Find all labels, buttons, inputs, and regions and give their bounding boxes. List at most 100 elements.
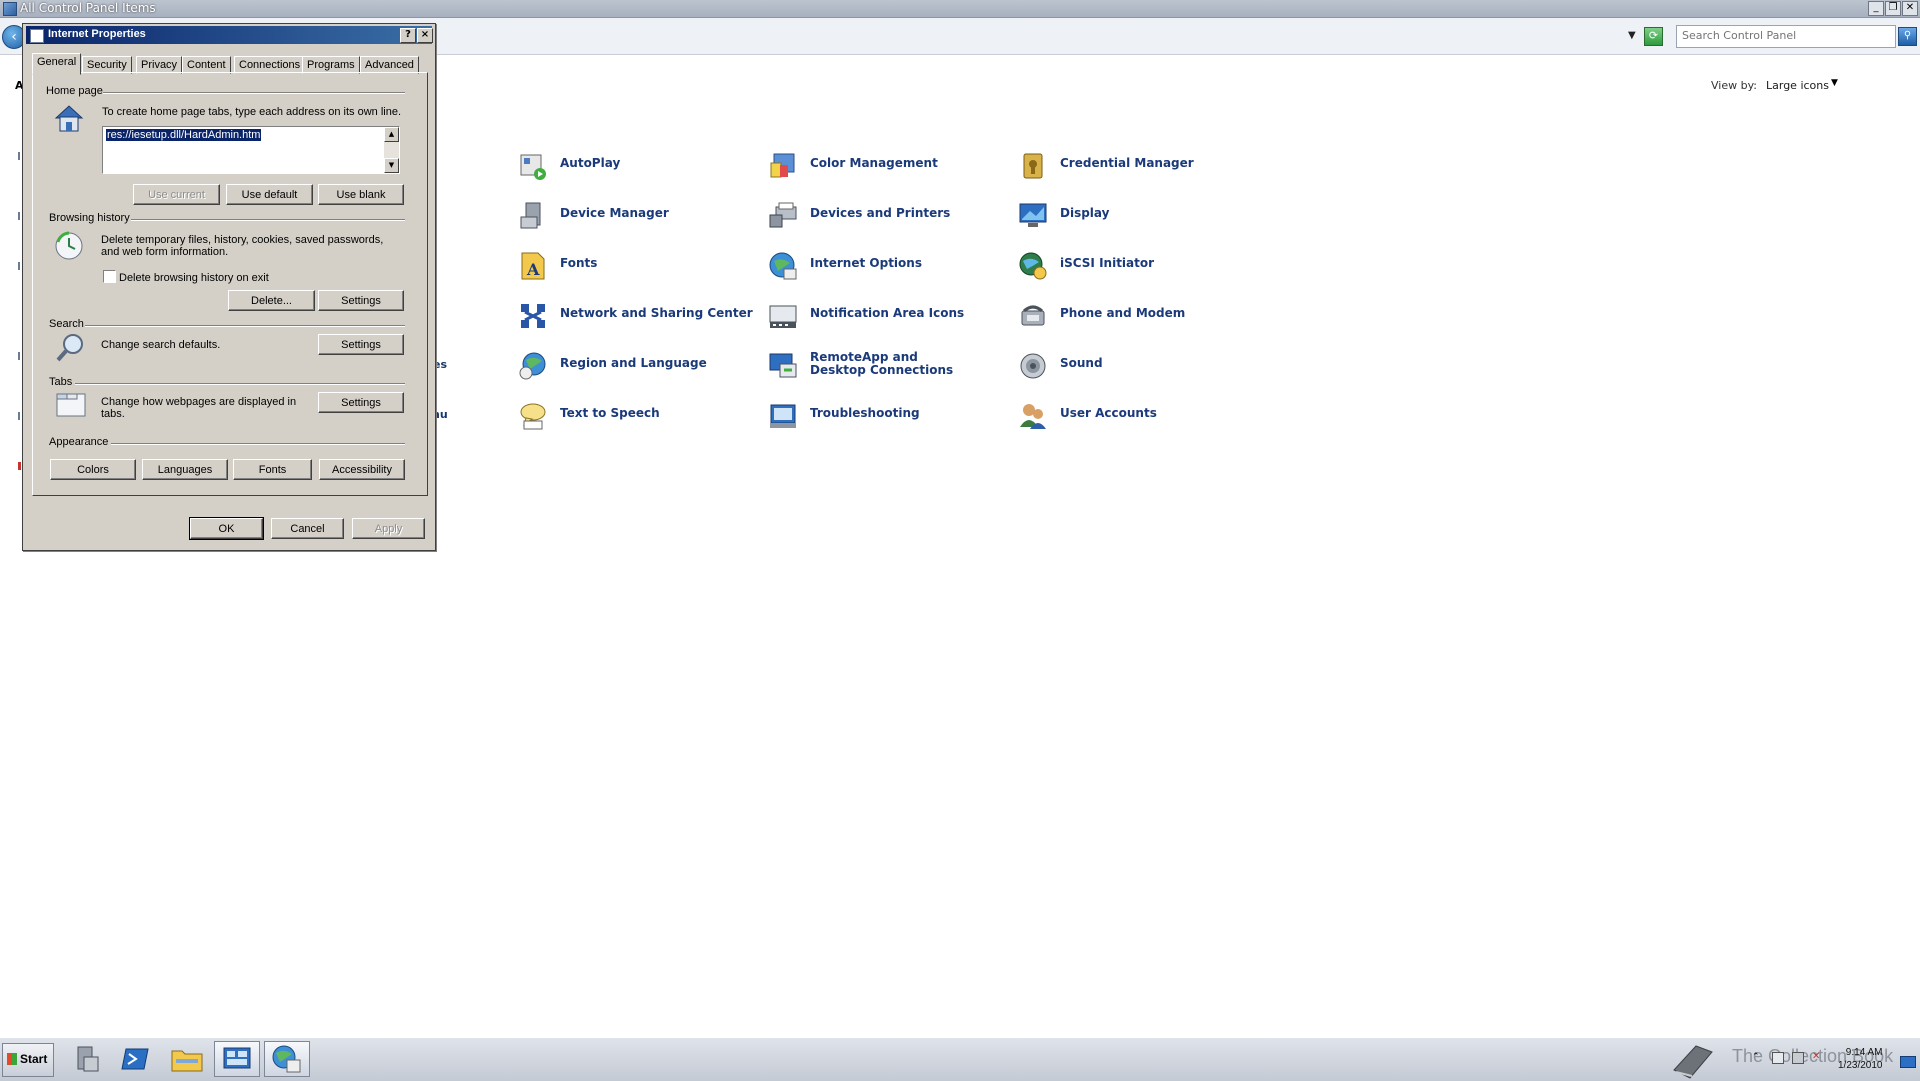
use-default-button[interactable]: Use default [226, 184, 313, 205]
speech-icon [520, 403, 546, 430]
cp-item-network[interactable]: Network and Sharing Center [518, 299, 753, 333]
apply-button[interactable]: Apply [352, 518, 425, 539]
dialog-title: Internet Properties [48, 28, 146, 40]
history-settings-button[interactable]: Settings [318, 290, 404, 311]
chevron-down-icon[interactable]: ▼ [1831, 78, 1838, 88]
cp-item-sound[interactable]: Sound [1018, 349, 1248, 383]
cp-item-label: Color Management [810, 156, 938, 170]
languages-button[interactable]: Languages [142, 459, 228, 480]
cp-item-display[interactable]: Display [1018, 199, 1248, 233]
taskbar-control-panel[interactable] [214, 1041, 260, 1077]
colors-button[interactable]: Colors [50, 459, 136, 480]
delete-history-on-exit-label[interactable]: Delete browsing history on exit [119, 272, 269, 284]
search-input[interactable] [1677, 26, 1862, 45]
network-tray-icon[interactable] [1792, 1052, 1804, 1064]
use-current-button[interactable]: Use current [133, 184, 220, 205]
cp-item-region-language[interactable]: Region and Language [518, 349, 748, 383]
start-button[interactable]: Start [2, 1043, 54, 1077]
cp-item-autoplay[interactable]: AutoPlay [518, 149, 748, 183]
svg-text:A: A [526, 260, 540, 279]
taskbar-internet-options[interactable] [264, 1041, 310, 1077]
phone-icon [1021, 305, 1045, 326]
taskbar-explorer[interactable] [164, 1041, 210, 1077]
cp-item-troubleshooting[interactable]: Troubleshooting [768, 399, 998, 433]
fonts-button[interactable]: Fonts [233, 459, 312, 480]
tabs-description-2: tabs. [101, 408, 125, 420]
scroll-up-icon[interactable]: ▲ [384, 127, 399, 142]
cp-item-credential-manager[interactable]: Credential Manager [1018, 149, 1248, 183]
cancel-button[interactable]: Cancel [271, 518, 344, 539]
error-tray-icon[interactable]: ✕ [1812, 1052, 1822, 1062]
remoteapp-icon [769, 353, 797, 378]
group-divider [103, 92, 405, 94]
cp-item-label: Credential Manager [1060, 156, 1194, 170]
iscsi-icon [1019, 252, 1047, 280]
history-clock-icon [55, 231, 83, 260]
cp-item-label: Devices and Printers [810, 206, 951, 220]
tabs-group-label: Tabs [49, 376, 73, 388]
delete-button[interactable]: Delete... [228, 290, 315, 311]
search-settings-button[interactable]: Settings [318, 334, 404, 355]
search-icon[interactable]: ⚲ [1898, 27, 1917, 46]
action-center-icon[interactable] [1772, 1052, 1784, 1064]
group-divider [111, 443, 405, 445]
fonts-icon: A [521, 252, 545, 280]
refresh-button[interactable]: ⟳ [1644, 27, 1663, 46]
autoplay-icon [520, 154, 546, 180]
group-divider [131, 219, 405, 221]
taskbar-powershell[interactable] [114, 1041, 160, 1077]
dialog-close-button[interactable]: × [417, 28, 433, 43]
home-page-address-field[interactable]: res://iesetup.dll/HardAdmin.htm ▲ ▼ [102, 126, 400, 174]
tab-general[interactable]: General [32, 53, 82, 75]
network-icon [521, 304, 545, 328]
cp-item-label: RemoteApp and Desktop Connections [810, 350, 954, 377]
browsing-history-description-2: and web form information. [101, 246, 229, 258]
tray-expand-icon[interactable]: ⌃ [1752, 1052, 1762, 1062]
view-by-dropdown[interactable]: Large icons [1766, 79, 1829, 92]
delete-history-on-exit-checkbox[interactable] [103, 270, 116, 283]
scroll-down-icon[interactable]: ▼ [384, 158, 399, 173]
troubleshooting-icon [770, 404, 796, 428]
folder-icon [171, 1050, 203, 1072]
control-panel-icon [223, 1047, 251, 1069]
cp-item-devices-printers[interactable]: Devices and Printers [768, 199, 998, 233]
taskbar-server-manager[interactable] [64, 1041, 110, 1077]
close-button[interactable]: ✕ [1902, 1, 1918, 16]
show-desktop-icon[interactable] [1900, 1056, 1916, 1068]
cp-item-label: AutoPlay [560, 156, 621, 170]
cp-item-phone-modem[interactable]: Phone and Modem [1018, 299, 1248, 333]
cp-item-text-to-speech[interactable]: Text to Speech [518, 399, 748, 433]
minimize-button[interactable]: _ [1868, 1, 1884, 16]
accessibility-button[interactable]: Accessibility [319, 459, 405, 480]
home-page-address[interactable]: res://iesetup.dll/HardAdmin.htm [106, 129, 262, 141]
cp-item-notification[interactable]: Notification Area Icons [768, 299, 998, 333]
cp-item-label: Text to Speech [560, 406, 660, 420]
home-page-scrollbar[interactable]: ▲ ▼ [384, 127, 399, 173]
clock[interactable]: 9:14 AM 1/23/2010 [1838, 1046, 1883, 1072]
internet-properties-dialog: Internet Properties ? × General Security… [22, 23, 436, 551]
display-icon [1019, 203, 1047, 227]
address-dropdown-icon[interactable]: ▼ [1628, 30, 1636, 41]
group-divider [85, 325, 405, 327]
cp-item-iscsi[interactable]: iSCSI Initiator [1018, 249, 1248, 283]
cp-item-fonts[interactable]: A Fonts [518, 249, 748, 283]
server-manager-icon [77, 1046, 99, 1072]
restore-button[interactable]: ❐ [1885, 1, 1901, 16]
cp-item-remoteapp[interactable]: RemoteApp and Desktop Connections [768, 349, 998, 383]
use-blank-button[interactable]: Use blank [318, 184, 404, 205]
cp-item-label: Phone and Modem [1060, 306, 1186, 320]
cp-item-label: Display [1060, 206, 1110, 220]
tabs-settings-button[interactable]: Settings [318, 392, 404, 413]
internet-options-icon [272, 1045, 301, 1073]
cp-item-device-manager[interactable]: Device Manager [518, 199, 748, 233]
search-box[interactable] [1676, 25, 1896, 48]
cp-item-internet-options[interactable]: Internet Options [768, 249, 998, 283]
help-button[interactable]: ? [400, 28, 416, 43]
cp-item-user-accounts[interactable]: User Accounts [1018, 399, 1248, 433]
cp-item-color-management[interactable]: Color Management [768, 149, 998, 183]
search-description: Change search defaults. [101, 339, 221, 351]
region-icon [519, 352, 546, 380]
ok-button[interactable]: OK [189, 517, 264, 540]
sound-icon [1020, 353, 1046, 379]
cp-item-label: Network and Sharing Center [560, 306, 753, 320]
